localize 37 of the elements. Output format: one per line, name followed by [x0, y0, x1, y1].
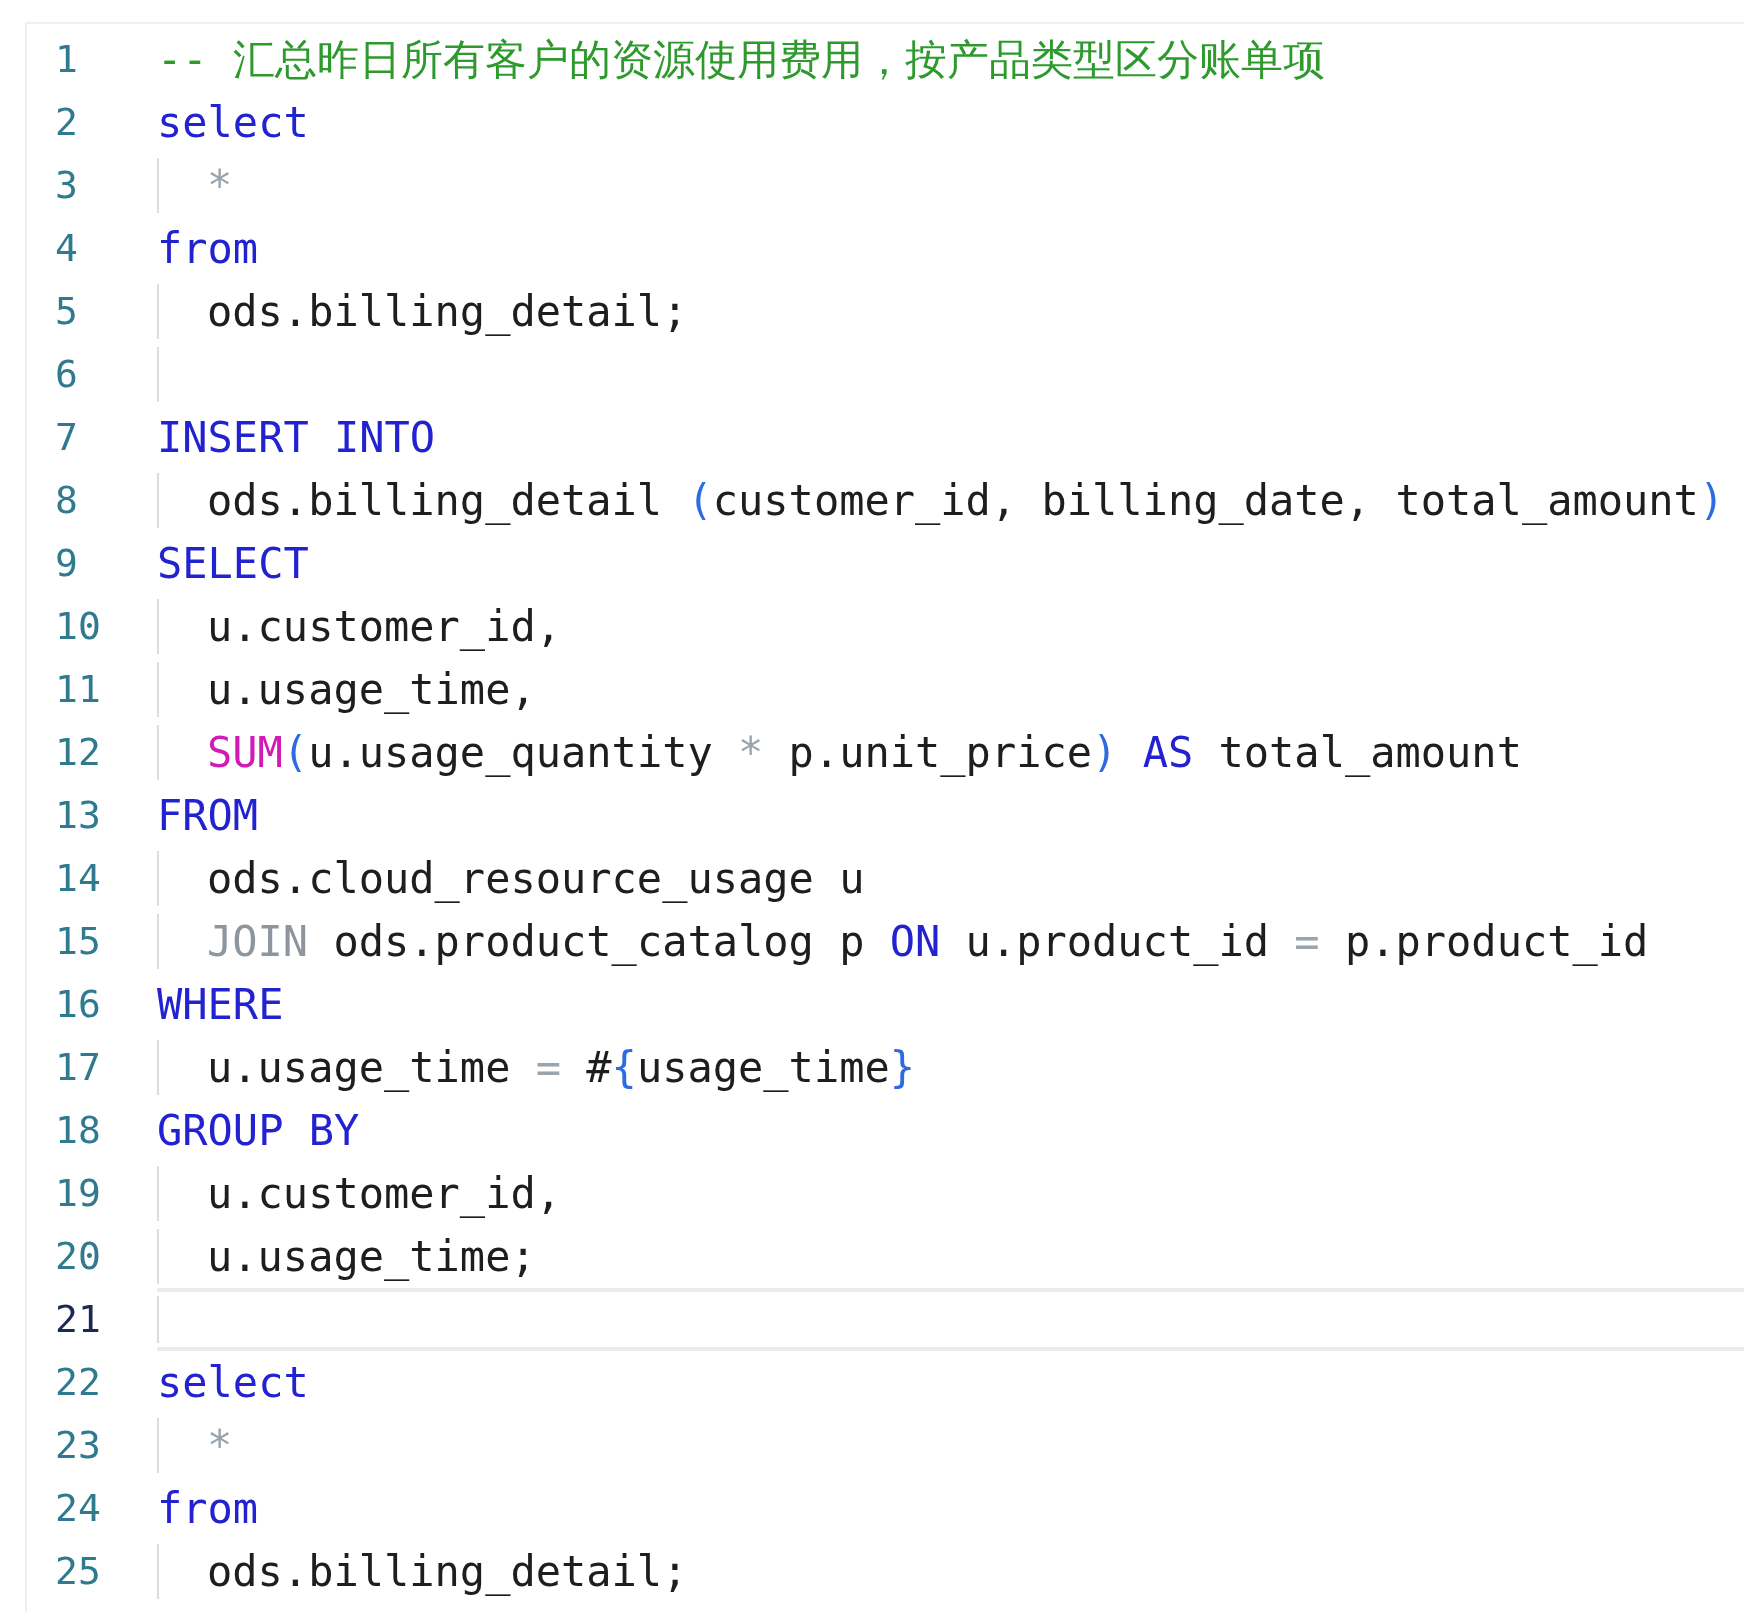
- code-line: WHERE: [157, 983, 284, 1026]
- code-line: INSERT INTO: [157, 416, 436, 459]
- line-number: 6: [55, 352, 78, 396]
- line-number: 11: [55, 667, 101, 711]
- line-number: 15: [55, 919, 101, 963]
- code-line: FROM: [157, 794, 259, 837]
- line-number: 13: [55, 793, 101, 837]
- line-number: 24: [55, 1486, 101, 1530]
- line-number: 12: [55, 730, 101, 774]
- code-line: GROUP BY: [157, 1109, 360, 1152]
- line-number: 1: [55, 37, 78, 81]
- line-number: 20: [55, 1234, 101, 1278]
- line-number: 18: [55, 1108, 101, 1152]
- line-number: 21: [55, 1297, 101, 1341]
- line-number: 17: [55, 1045, 101, 1089]
- line-number: 2: [55, 100, 78, 144]
- code-line: from: [157, 227, 259, 270]
- line-number: 4: [55, 226, 78, 270]
- code-line: *: [207, 164, 233, 207]
- line-number: 10: [55, 604, 101, 648]
- code-line: select: [157, 1361, 309, 1404]
- line-number: 22: [55, 1360, 101, 1404]
- line-number: 23: [55, 1423, 101, 1467]
- code-line: select: [157, 101, 309, 144]
- code-line: *: [207, 1424, 233, 1467]
- line-number: 8: [55, 478, 78, 522]
- line-number: 9: [55, 541, 78, 585]
- code-comment: -- 汇总昨日所有客户的资源使用费用，按产品类型区分账单项: [157, 38, 1325, 81]
- line-number: 16: [55, 982, 101, 1026]
- code-line: from: [157, 1487, 259, 1530]
- line-number: 19: [55, 1171, 101, 1215]
- code-line: SELECT: [157, 542, 309, 585]
- line-number: 14: [55, 856, 101, 900]
- line-number: 25: [55, 1549, 101, 1593]
- line-number: 7: [55, 415, 78, 459]
- line-number: 3: [55, 163, 78, 207]
- line-number: 5: [55, 289, 78, 333]
